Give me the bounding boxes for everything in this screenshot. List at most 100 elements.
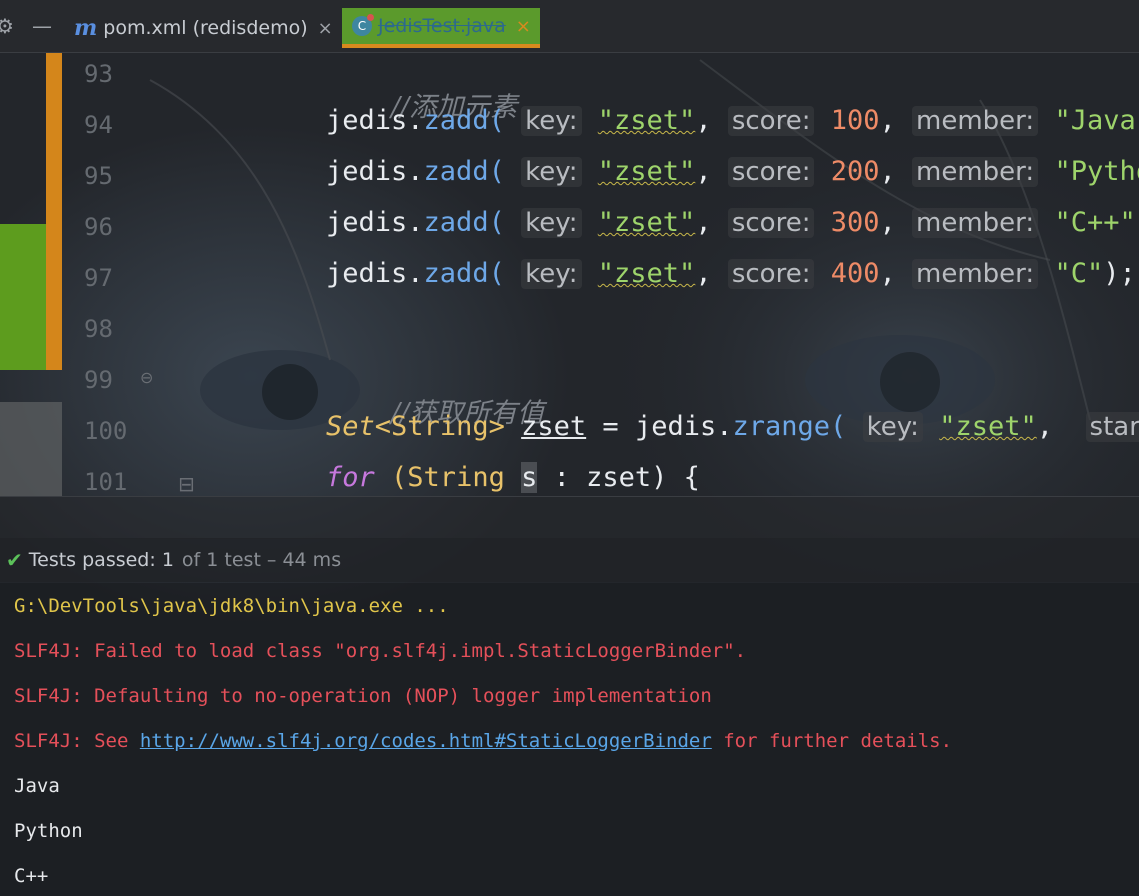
code-editor[interactable]: 93 94 95 96 97 98 99 100 101 ⊖ ⊟ //添加元素 … <box>62 52 1139 496</box>
number-literal: 300 <box>830 207 880 238</box>
console-output[interactable]: G:\DevTools\java\jdk8\bin\java.exe ... S… <box>0 583 1139 896</box>
tab-label: pom.xml (redisdemo) <box>103 17 308 39</box>
code-token: . <box>716 411 733 442</box>
string-literal: "zset" <box>597 207 696 238</box>
string-literal: "zset" <box>597 156 696 187</box>
minimize-icon[interactable]: — <box>32 14 52 38</box>
code-token: . <box>407 105 424 136</box>
code-line-96: jedis.zadd( key: "zset", score: 300, mem… <box>326 207 1139 238</box>
close-icon[interactable]: × <box>516 16 531 37</box>
fold-icon[interactable]: ⊖ <box>140 368 153 387</box>
param-hint: member: <box>912 259 1039 289</box>
current-line-marker <box>0 402 62 496</box>
string-literal: "C++" <box>1054 207 1136 238</box>
line-number: 100 <box>84 417 128 445</box>
param-hint: key: <box>521 259 582 289</box>
code-token: = <box>586 411 635 442</box>
param-hint: start: <box>1085 412 1139 442</box>
line-number: 98 <box>84 315 113 343</box>
string-literal: "zset" <box>597 105 696 136</box>
code-token: jedis <box>326 207 408 238</box>
string-literal: "C" <box>1054 258 1104 289</box>
code-token: . <box>407 258 424 289</box>
status-label: Tests passed: 1 <box>28 549 174 571</box>
fold-icon[interactable]: ⊟ <box>178 472 195 496</box>
caret-variable: s <box>521 462 538 493</box>
type-name: String <box>391 411 489 442</box>
tab-label: JedisTest.java <box>378 15 506 37</box>
method-name: zadd <box>423 207 489 238</box>
method-name: zadd <box>423 156 489 187</box>
java-class-icon: C <box>352 14 374 36</box>
code-token: . <box>407 207 424 238</box>
code-line-97: jedis.zadd( key: "zset", score: 400, mem… <box>326 258 1136 289</box>
string-literal: "Java" <box>1054 105 1139 136</box>
param-hint: score: <box>727 157 815 187</box>
test-runner-panel: ✔ Tests passed: 1 of 1 test – 44 ms G:\D… <box>0 496 1139 896</box>
method-name: zrange <box>732 411 831 442</box>
code-token: : zset) { <box>537 462 700 493</box>
test-status-bar: ✔ Tests passed: 1 of 1 test – 44 ms <box>0 538 1139 582</box>
console-error-line: SLF4J: See http://www.slf4j.org/codes.ht… <box>14 730 953 752</box>
console-error-line: SLF4J: Failed to load class "org.slf4j.i… <box>14 640 747 662</box>
code-line-94: jedis.zadd( key: "zset", score: 100, mem… <box>326 105 1139 136</box>
code-token: jedis <box>326 105 408 136</box>
code-token: ( <box>488 105 505 136</box>
line-number: 96 <box>84 213 113 241</box>
line-number: 93 <box>84 60 113 88</box>
tab-jedistest-java[interactable]: C JedisTest.java × <box>342 8 540 48</box>
line-number: 99 <box>84 366 113 394</box>
maven-icon: m <box>74 15 98 41</box>
close-icon[interactable]: × <box>318 18 333 39</box>
string-literal: "Python" <box>1054 156 1139 187</box>
console-error-line: SLF4J: Defaulting to no-operation (NOP) … <box>14 685 712 707</box>
param-hint: key: <box>862 412 923 442</box>
method-name: zadd <box>423 105 489 136</box>
slf4j-link[interactable]: http://www.slf4j.org/codes.html#StaticLo… <box>140 730 712 752</box>
code-token: . <box>407 156 424 187</box>
number-literal: 100 <box>830 105 880 136</box>
code-token: ( <box>488 156 505 187</box>
line-number: 97 <box>84 264 113 292</box>
code-line-100: Set<String> zset = jedis.zrange( key: "z… <box>326 411 1139 442</box>
code-token: ( <box>488 207 505 238</box>
number-literal: 400 <box>830 258 880 289</box>
param-hint: member: <box>912 157 1039 187</box>
left-panel-strip <box>0 52 62 496</box>
param-hint: key: <box>521 208 582 238</box>
code-token: jedis <box>634 411 717 442</box>
code-token: , <box>1036 411 1054 442</box>
console-output-line: Python <box>14 820 83 842</box>
check-icon: ✔ <box>6 548 23 572</box>
line-number: 101 <box>84 468 128 496</box>
code-line-95: jedis.zadd( key: "zset", score: 200, mem… <box>326 156 1139 187</box>
line-number: 95 <box>84 162 113 190</box>
param-hint: score: <box>727 106 815 136</box>
param-hint: member: <box>912 106 1039 136</box>
status-detail: of 1 test – 44 ms <box>181 549 342 571</box>
type-name: String <box>407 462 505 493</box>
code-token: ( <box>830 411 847 442</box>
type-name: Set <box>326 411 375 442</box>
runner-toolbar <box>0 496 1139 539</box>
line-number: 94 <box>84 111 113 139</box>
tab-pom-xml[interactable]: m pom.xml (redisdemo) × <box>74 8 333 48</box>
editor-tab-bar: ⚙ — m pom.xml (redisdemo) × C JedisTest.… <box>0 0 1139 53</box>
console-output-line: C++ <box>14 865 49 887</box>
code-token: < <box>374 411 392 442</box>
param-hint: key: <box>521 157 582 187</box>
param-hint: key: <box>521 106 582 136</box>
string-literal: "zset" <box>597 258 696 289</box>
code-line-101: for (String s : zset) { <box>326 462 700 493</box>
code-token: jedis <box>326 258 408 289</box>
code-token: > <box>488 411 505 442</box>
change-marker <box>46 52 62 370</box>
variable-name: zset <box>521 411 587 442</box>
coverage-marker <box>0 224 46 370</box>
gear-icon[interactable]: ⚙ <box>0 14 14 38</box>
code-token: ( <box>374 462 408 493</box>
method-name: zadd <box>423 258 489 289</box>
param-hint: score: <box>727 259 815 289</box>
console-command-line: G:\DevTools\java\jdk8\bin\java.exe ... <box>14 595 449 617</box>
